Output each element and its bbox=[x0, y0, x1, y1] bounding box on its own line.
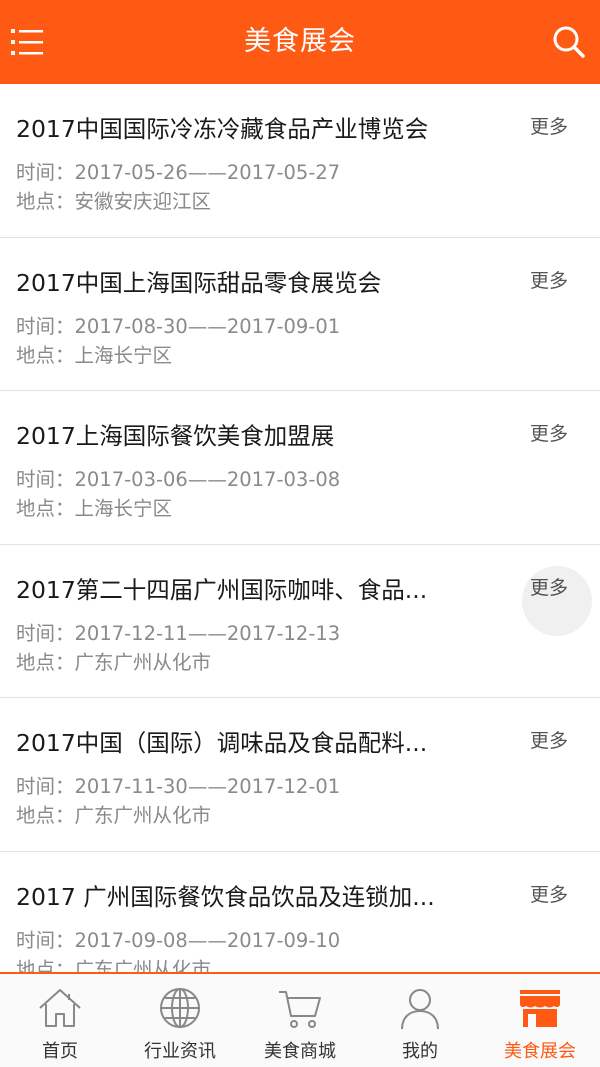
more-link[interactable]: 更多 bbox=[530, 266, 568, 293]
tab-label: 行业资讯 bbox=[144, 1041, 216, 1062]
tab-mine[interactable]: 我的 bbox=[360, 974, 480, 1067]
item-place: 地点：上海长宁区 bbox=[16, 492, 172, 521]
item-title: 2017第二十四届广州国际咖啡、食品... bbox=[16, 575, 428, 604]
store-icon bbox=[520, 990, 560, 1027]
time-value: 2017-05-26——2017-05-27 bbox=[74, 161, 341, 184]
item-time: 时间：2017-03-06——2017-03-08 bbox=[16, 463, 340, 492]
place-label: 地点： bbox=[16, 804, 75, 827]
time-label: 时间： bbox=[16, 775, 75, 798]
time-label: 时间： bbox=[16, 314, 75, 338]
globe-icon bbox=[160, 988, 200, 1028]
place-value: 广东广州从化市 bbox=[74, 804, 212, 827]
time-value: 2017-08-30——2017-09-01 bbox=[74, 314, 341, 338]
time-label: 时间： bbox=[16, 928, 75, 952]
place-label: 地点： bbox=[16, 190, 75, 213]
exhibition-list[interactable]: 2017中国国际冷冻冷藏食品产业博览会 更多 时间：2017-05-26——20… bbox=[0, 84, 600, 972]
item-place: 地点：上海长宁区 bbox=[16, 339, 172, 368]
bottom-tab-bar: 首页 行业资讯 美食商城 我的 美食展会 bbox=[0, 972, 600, 1067]
home-icon bbox=[39, 989, 81, 1027]
item-place: 地点：广东广州从化市 bbox=[16, 799, 211, 828]
tab-home[interactable]: 首页 bbox=[0, 974, 120, 1067]
item-title: 2017上海国际餐饮美食加盟展 bbox=[16, 422, 335, 450]
cart-icon bbox=[279, 991, 321, 1028]
place-value: 安徽安庆迎江区 bbox=[74, 190, 212, 213]
item-time: 时间：2017-11-30——2017-12-01 bbox=[16, 770, 340, 799]
list-item[interactable]: 2017中国上海国际甜品零食展览会 更多 时间：2017-08-30——2017… bbox=[0, 238, 600, 391]
item-title: 2017中国上海国际甜品零食展览会 bbox=[16, 268, 382, 297]
place-label: 地点： bbox=[16, 343, 75, 367]
item-place: 地点：广东广州从化市 bbox=[16, 953, 211, 973]
top-app-bar: 美食展会 bbox=[0, 0, 600, 84]
list-item[interactable]: 2017中国（国际）调味品及食品配料... 更多 时间：2017-11-30——… bbox=[0, 698, 600, 852]
item-time: 时间：2017-12-11——2017-12-13 bbox=[16, 617, 340, 646]
place-label: 地点： bbox=[16, 957, 75, 973]
person-icon bbox=[401, 989, 439, 1030]
search-icon bbox=[553, 26, 585, 58]
more-link[interactable]: 更多 bbox=[530, 419, 568, 446]
time-label: 时间： bbox=[16, 621, 75, 645]
item-title: 2017 广州国际餐饮食品饮品及连锁加... bbox=[16, 882, 435, 911]
page-title: 美食展会 bbox=[244, 26, 356, 57]
item-title: 2017中国国际冷冻冷藏食品产业博览会 bbox=[16, 115, 429, 143]
item-time: 时间：2017-08-30——2017-09-01 bbox=[16, 310, 340, 339]
time-value: 2017-09-08——2017-09-10 bbox=[74, 928, 341, 952]
list-item[interactable]: 2017第二十四届广州国际咖啡、食品... 更多 时间：2017-12-11——… bbox=[0, 545, 600, 698]
tab-label: 美食商城 bbox=[264, 1041, 336, 1062]
item-time: 时间：2017-05-26——2017-05-27 bbox=[16, 156, 340, 185]
tab-food-mall[interactable]: 美食商城 bbox=[240, 974, 360, 1067]
item-place: 地点：安徽安庆迎江区 bbox=[16, 185, 211, 214]
tab-food-expo[interactable]: 美食展会 bbox=[480, 974, 600, 1067]
item-title: 2017中国（国际）调味品及食品配料... bbox=[16, 729, 428, 757]
list-item[interactable]: 2017中国国际冷冻冷藏食品产业博览会 更多 时间：2017-05-26——20… bbox=[0, 84, 600, 238]
time-value: 2017-11-30——2017-12-01 bbox=[74, 775, 341, 798]
more-link[interactable]: 更多 bbox=[530, 573, 568, 600]
tab-label: 美食展会 bbox=[504, 1041, 576, 1062]
tab-label: 我的 bbox=[402, 1041, 438, 1062]
search-button[interactable] bbox=[544, 18, 592, 66]
place-value: 广东广州从化市 bbox=[74, 957, 212, 973]
time-value: 2017-03-06——2017-03-08 bbox=[74, 468, 341, 491]
list-item[interactable]: 2017 广州国际餐饮食品饮品及连锁加... 更多 时间：2017-09-08—… bbox=[0, 852, 600, 973]
place-value: 上海长宁区 bbox=[74, 497, 173, 520]
tab-industry-news[interactable]: 行业资讯 bbox=[120, 974, 240, 1067]
tab-label: 首页 bbox=[42, 1041, 78, 1062]
item-place: 地点：广东广州从化市 bbox=[16, 646, 211, 675]
time-label: 时间： bbox=[16, 468, 75, 491]
time-value: 2017-12-11——2017-12-13 bbox=[74, 621, 341, 645]
more-link[interactable]: 更多 bbox=[530, 880, 568, 907]
more-link[interactable]: 更多 bbox=[530, 112, 568, 139]
place-value: 广东广州从化市 bbox=[74, 650, 212, 674]
time-label: 时间： bbox=[16, 161, 75, 184]
more-link[interactable]: 更多 bbox=[530, 726, 568, 753]
place-label: 地点： bbox=[16, 650, 75, 674]
place-value: 上海长宁区 bbox=[74, 343, 173, 367]
item-time: 时间：2017-09-08——2017-09-10 bbox=[16, 924, 340, 953]
place-label: 地点： bbox=[16, 497, 75, 520]
list-item[interactable]: 2017上海国际餐饮美食加盟展 更多 时间：2017-03-06——2017-0… bbox=[0, 391, 600, 545]
